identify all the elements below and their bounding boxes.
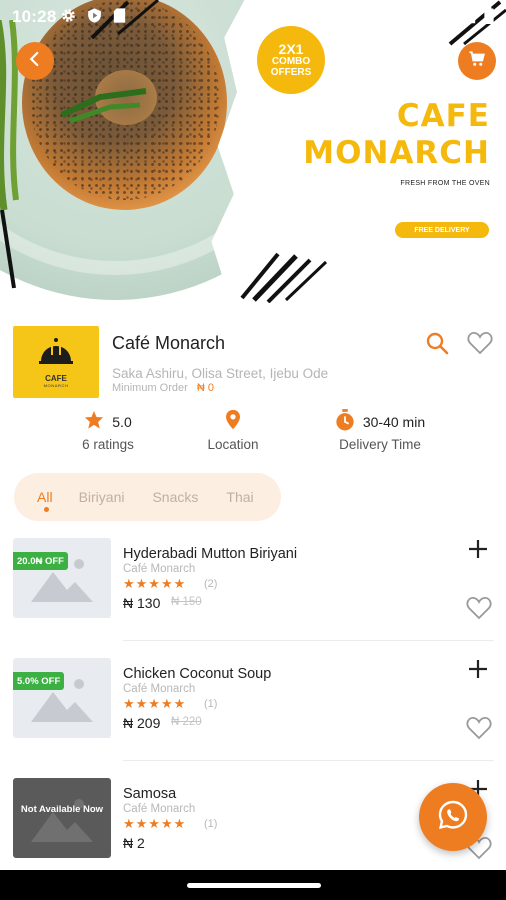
product-store: Café Monarch: [123, 563, 196, 575]
delivery-time-label: Delivery Time: [339, 437, 421, 452]
star-icon: [84, 410, 104, 434]
cellular-signal-icon: [460, 8, 476, 29]
product-name: Samosa: [123, 786, 177, 802]
image-placeholder-icon: [31, 799, 93, 842]
location-label: Location: [207, 437, 259, 452]
product-rating-stars: ★★★★★: [123, 576, 187, 591]
product-name: Hyderabadi Mutton Biriyani: [123, 546, 298, 562]
hero-banner: 10:28 2X1 COMBO OFFERS CAFE MONARCH FRES…: [0, 0, 506, 312]
store-name: Café Monarch: [112, 333, 226, 353]
free-delivery-pill: FREE DELIVERY: [395, 222, 489, 238]
min-order-label: Minimum Order: [112, 382, 188, 394]
heart-icon[interactable]: [466, 716, 492, 740]
settings-gear-icon: [60, 7, 77, 29]
battery-icon: [484, 7, 494, 29]
rating-count: 6 ratings: [82, 437, 134, 452]
sd-card-icon: [112, 7, 127, 29]
divider: [123, 640, 494, 641]
arrow-left-icon: [26, 50, 44, 73]
hero-tagline: FRESH FROM THE OVEN: [400, 180, 490, 187]
brush-stroke-decoration: [240, 252, 328, 303]
category-tabs: All Biriyani Snacks Thai: [14, 473, 281, 521]
product-card[interactable]: 20.0₦ OFF Hyderabadi Mutton Biriyani Caf…: [0, 538, 506, 658]
brush-stroke-decoration: [0, 210, 16, 289]
store-logo: CAFE MONARCH: [13, 326, 99, 398]
delivery-time-stat: 30-40 min Delivery Time: [328, 408, 432, 452]
shield-play-icon: [86, 7, 103, 29]
product-rating-count: (1): [204, 698, 218, 710]
location-stat[interactable]: Location: [193, 409, 273, 452]
active-tab-indicator: [44, 507, 49, 512]
store-address: Saka Ashiru, Olisa Street, Ijebu Ode: [112, 366, 329, 381]
back-button[interactable]: [16, 42, 54, 80]
tab-biriyani[interactable]: Biriyani: [79, 489, 125, 505]
status-bar: 10:28: [0, 0, 506, 32]
tab-thai[interactable]: Thai: [226, 489, 253, 505]
product-rating-count: (1): [204, 818, 218, 830]
tab-all[interactable]: All: [37, 489, 53, 505]
product-image-placeholder: 20.0₦ OFF: [13, 538, 111, 618]
favorite-store-heart-icon[interactable]: [467, 331, 493, 355]
tab-snacks[interactable]: Snacks: [152, 489, 198, 505]
product-image-placeholder: 5.0% OFF: [13, 658, 111, 738]
system-navigation-bar: [0, 870, 506, 900]
whatsapp-icon: [437, 799, 469, 836]
product-card[interactable]: 5.0% OFF Chicken Coconut Soup Café Monar…: [0, 658, 506, 778]
min-order-value: ₦ 0: [196, 382, 214, 394]
combo-badge-line1: 2X1: [278, 41, 304, 57]
cart-button[interactable]: [458, 42, 496, 80]
search-icon[interactable]: [425, 331, 449, 355]
plus-icon[interactable]: [467, 658, 489, 680]
discount-badge: 20.0₦ OFF: [13, 552, 68, 570]
herb-garnish: [60, 88, 147, 124]
product-rating-stars: ★★★★★: [123, 696, 187, 711]
delivery-time-value: 30-40 min: [362, 414, 426, 430]
product-old-price: ₦ 220: [171, 716, 202, 728]
product-price: ₦ 209: [123, 715, 161, 731]
combo-badge-line2: COMBO: [271, 56, 311, 67]
location-pin-icon: [225, 409, 241, 435]
product-price: ₦ 130: [123, 595, 161, 611]
divider: [123, 760, 494, 761]
cart-icon: [468, 50, 486, 73]
logo-subtext: MONARCH: [43, 382, 69, 388]
product-rating-count: (2): [204, 578, 218, 590]
whatsapp-fab-button[interactable]: [419, 783, 487, 851]
plus-icon[interactable]: [467, 538, 489, 560]
minimum-order: Minimum Order ₦ 0: [112, 382, 214, 394]
logo-text: CAFE: [45, 373, 67, 383]
hero-title-line1: CAFE: [396, 98, 490, 134]
stopwatch-icon: [335, 408, 355, 436]
not-available-label: Not Available Now: [20, 804, 104, 815]
product-store: Café Monarch: [123, 803, 196, 815]
rating-stat: 5.0 6 ratings: [66, 410, 150, 452]
cloche-icon: [38, 337, 74, 372]
product-image-unavailable: Not Available Now: [13, 778, 111, 858]
hero-title-line2: MONARCH: [303, 135, 490, 171]
combo-badge-line3: OFFERS: [270, 67, 312, 78]
product-old-price: ₦ 150: [171, 596, 202, 608]
rating-value: 5.0: [112, 414, 132, 430]
combo-offer-badge: 2X1 COMBO OFFERS: [257, 26, 325, 94]
status-time: 10:28: [12, 7, 57, 26]
discount-badge: 5.0% OFF: [13, 672, 65, 690]
product-price: ₦ 2: [123, 835, 145, 851]
product-name: Chicken Coconut Soup: [123, 666, 272, 682]
home-gesture-handle[interactable]: [187, 883, 321, 888]
heart-icon[interactable]: [466, 596, 492, 620]
wifi-icon: [434, 8, 452, 29]
product-rating-stars: ★★★★★: [123, 816, 187, 831]
product-store: Café Monarch: [123, 683, 196, 695]
